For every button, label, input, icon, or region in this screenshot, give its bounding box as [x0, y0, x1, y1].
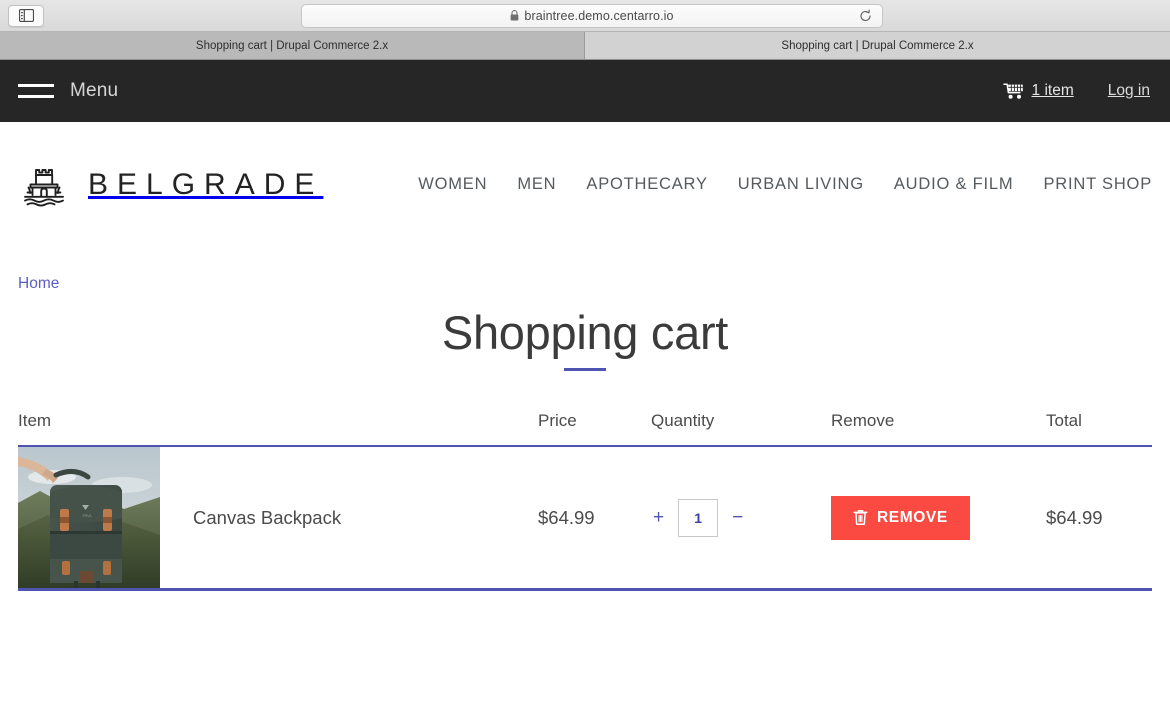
- site-header: BELGRADE WOMEN MEN APOTHECARY URBAN LIVI…: [0, 122, 1170, 247]
- hamburger-icon: [18, 84, 54, 98]
- quantity-stepper: + −: [651, 498, 831, 537]
- column-header-total: Total: [1046, 411, 1082, 430]
- shopping-cart-icon: [1002, 82, 1025, 100]
- browser-tab-2-title: Shopping cart | Drupal Commerce 2.x: [781, 39, 974, 52]
- site-logo-text: BELGRADE: [88, 167, 324, 201]
- reload-icon[interactable]: [859, 9, 872, 23]
- trash-icon: [853, 509, 868, 526]
- cart-link[interactable]: 1 item: [1002, 82, 1074, 100]
- browser-tab-1-title: Shopping cart | Drupal Commerce 2.x: [195, 39, 389, 52]
- cart-row-price-cell: $64.99: [538, 507, 651, 529]
- quantity-increment-button[interactable]: +: [651, 508, 666, 527]
- browser-tab-1[interactable]: Shopping cart | Drupal Commerce 2.x: [0, 32, 585, 59]
- cart-row-total-cell: $64.99: [1046, 507, 1152, 529]
- tab-bar: Shopping cart | Drupal Commerce 2.x Shop…: [0, 32, 1170, 60]
- topbar-right-group: 1 item Log in: [1002, 82, 1150, 100]
- column-header-remove: Remove: [831, 411, 895, 430]
- remove-button-label: REMOVE: [877, 508, 948, 526]
- nav-item-audio-film[interactable]: AUDIO & FILM: [894, 175, 1014, 194]
- title-underline-accent: [564, 368, 606, 371]
- quantity-input[interactable]: [678, 498, 719, 537]
- nav-item-print-shop[interactable]: PRINT SHOP: [1043, 175, 1152, 194]
- sidebar-toggle-button[interactable]: [8, 4, 44, 27]
- breadcrumb: Home: [0, 275, 1170, 293]
- site-logo-link[interactable]: BELGRADE: [18, 161, 323, 209]
- unit-price: $64.99: [538, 506, 595, 528]
- fortress-logo-icon: [18, 161, 70, 209]
- nav-item-apothecary[interactable]: APOTHECARY: [586, 175, 707, 194]
- nav-item-women[interactable]: WOMEN: [418, 175, 487, 194]
- main-navigation: WOMEN MEN APOTHECARY URBAN LIVING AUDIO …: [418, 175, 1152, 194]
- nav-item-men[interactable]: MEN: [517, 175, 556, 194]
- url-text: braintree.demo.centarro.io: [524, 9, 674, 23]
- remove-button[interactable]: REMOVE: [831, 495, 970, 540]
- shopping-cart-table: Item Price Quantity Remove Total TRVL Ca…: [18, 411, 1152, 591]
- admin-topbar: Menu 1 item Log in: [0, 60, 1170, 122]
- cart-item-count-label: 1 item: [1031, 82, 1074, 99]
- breadcrumb-item-home[interactable]: Home: [18, 275, 59, 292]
- cart-row-remove-cell: REMOVE: [831, 495, 1046, 540]
- table-row: TRVL Canvas Backpack $64.99 + −: [18, 447, 1152, 591]
- cart-table-header-row: Item Price Quantity Remove Total: [18, 411, 1152, 447]
- column-header-quantity: Quantity: [651, 411, 715, 430]
- cart-row-item-cell: TRVL Canvas Backpack: [18, 447, 538, 588]
- login-link[interactable]: Log in: [1108, 82, 1150, 100]
- browser-tab-2[interactable]: Shopping cart | Drupal Commerce 2.x: [585, 32, 1170, 59]
- page-title-wrap: Shopping cart: [0, 305, 1170, 371]
- menu-toggle-button[interactable]: Menu: [18, 80, 118, 102]
- lock-icon: [510, 10, 519, 21]
- cart-row-quantity-cell: + −: [651, 498, 831, 537]
- column-header-price: Price: [538, 411, 577, 430]
- browser-chrome: braintree.demo.centarro.io: [0, 0, 1170, 32]
- address-bar[interactable]: braintree.demo.centarro.io: [301, 4, 883, 28]
- sidebar-toggle-icon: [18, 9, 34, 22]
- svg-text:TRVL: TRVL: [82, 513, 93, 518]
- menu-label: Menu: [70, 80, 119, 101]
- quantity-decrement-button[interactable]: −: [730, 508, 745, 527]
- product-name[interactable]: Canvas Backpack: [193, 507, 341, 529]
- nav-item-urban-living[interactable]: URBAN LIVING: [738, 175, 864, 194]
- column-header-item: Item: [18, 411, 52, 430]
- url-text-wrap: braintree.demo.centarro.io: [510, 9, 674, 23]
- line-total: $64.99: [1046, 506, 1103, 528]
- page-title: Shopping cart: [441, 306, 729, 359]
- product-thumbnail[interactable]: TRVL: [18, 447, 160, 588]
